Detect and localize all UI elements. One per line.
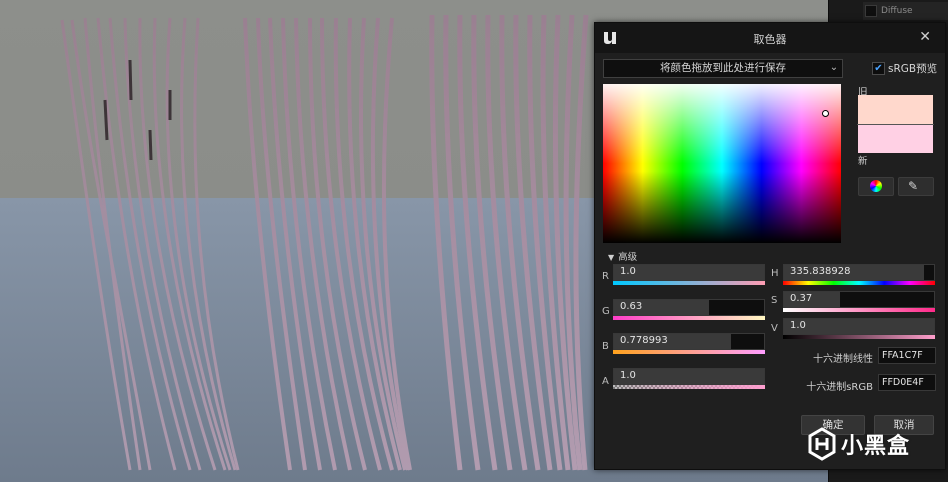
channel-h-gradient[interactable] <box>783 281 935 285</box>
channel-r-field[interactable]: 1.0 <box>613 264 765 281</box>
channel-b-gradient[interactable] <box>613 350 765 354</box>
hex-srgb-label: 十六进制sRGB <box>806 382 873 393</box>
channel-h-field[interactable]: 335.838928 <box>783 264 935 281</box>
channel-r-fill <box>614 265 764 280</box>
channel-s-gradient[interactable] <box>783 308 935 312</box>
channel-v-field[interactable]: 1.0 <box>783 318 935 335</box>
channel-v-value: 1.0 <box>790 320 806 331</box>
channel-a-value: 1.0 <box>620 370 636 381</box>
advanced-section-toggle[interactable]: ▼ 高级 <box>608 249 637 263</box>
color-drop-zone[interactable]: 将颜色拖放到此处进行保存 <box>603 59 843 78</box>
new-color-swatch <box>858 125 933 153</box>
dialog-title: 取色器 <box>753 33 787 46</box>
channel-b-label: B <box>602 341 609 352</box>
new-color-label: 新 <box>858 156 868 167</box>
channel-b-value: 0.778993 <box>620 335 668 346</box>
diffuse-label: Diffuse <box>881 6 913 16</box>
color-spectrum-shade <box>603 84 841 243</box>
hex-srgb-input[interactable]: FFD0E4F <box>878 374 936 391</box>
color-wheel-icon <box>870 180 882 192</box>
channel-s-field[interactable]: 0.37 <box>783 291 935 308</box>
triangle-down-icon: ▼ <box>608 253 615 262</box>
xiaoheihe-logo-icon <box>808 427 836 461</box>
hex-linear-label: 十六进制线性 <box>813 354 873 365</box>
channel-r-value: 1.0 <box>620 266 636 277</box>
color-wheel-button[interactable] <box>858 177 894 196</box>
channel-s-label: S <box>771 295 778 306</box>
dialog-titlebar[interactable]: 取色器 ✕ <box>595 23 945 53</box>
channel-h-value: 335.838928 <box>790 266 851 277</box>
srgb-preview-toggle[interactable]: ✔ sRGB预览 <box>872 61 937 76</box>
advanced-label: 高级 <box>618 252 638 263</box>
color-selection-cursor[interactable] <box>822 110 829 117</box>
hex-linear-input[interactable]: FFA1C7F <box>878 347 936 364</box>
channel-h-label: H <box>771 268 779 279</box>
channel-s-value: 0.37 <box>790 293 813 304</box>
channel-r-gradient[interactable] <box>613 281 765 285</box>
eyedropper-button[interactable]: ✎ <box>898 177 934 196</box>
old-color-swatch[interactable] <box>858 95 933 125</box>
channel-a-fill <box>614 369 764 384</box>
channel-r-label: R <box>602 271 609 282</box>
chevron-down-icon[interactable]: ⌄ <box>827 59 841 76</box>
channel-v-fill <box>784 319 934 334</box>
eyedropper-icon: ✎ <box>908 179 919 193</box>
color-picker-dialog: 取色器 ✕ 将颜色拖放到此处进行保存 ⌄ ✔ sRGB预览 旧 新 ✎ ▼ 高级 … <box>594 22 946 470</box>
diffuse-checkbox[interactable] <box>865 5 877 17</box>
check-icon[interactable]: ✔ <box>872 62 885 75</box>
close-icon[interactable]: ✕ <box>919 29 931 45</box>
channel-v-gradient[interactable] <box>783 335 935 339</box>
channel-g-label: G <box>602 306 610 317</box>
channel-g-field[interactable]: 0.63 <box>613 299 765 316</box>
channel-a-label: A <box>602 376 609 387</box>
srgb-preview-label: sRGB预览 <box>888 63 938 75</box>
watermark: 小黑盒 <box>808 424 910 464</box>
channel-v-label: V <box>771 323 778 334</box>
watermark-text: 小黑盒 <box>841 434 911 459</box>
channel-a-field[interactable]: 1.0 <box>613 368 765 385</box>
channel-g-value: 0.63 <box>620 301 643 312</box>
channel-b-field[interactable]: 0.778993 <box>613 333 765 350</box>
diffuse-row[interactable]: Diffuse <box>863 2 948 20</box>
channel-g-gradient[interactable] <box>613 316 765 320</box>
channel-a-gradient[interactable] <box>613 385 765 389</box>
